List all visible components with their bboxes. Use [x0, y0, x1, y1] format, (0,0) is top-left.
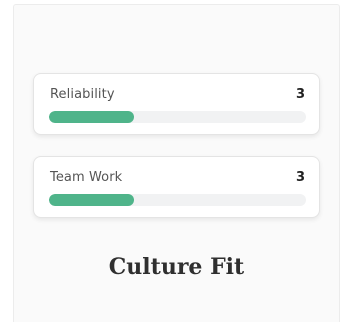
metric-label: Reliability: [50, 87, 115, 102]
metric-score: 3: [295, 87, 305, 102]
metric-label: Team Work: [50, 170, 123, 185]
progress-track: [49, 194, 306, 206]
progress-track: [49, 111, 306, 123]
section-title: Culture Fit: [108, 254, 245, 280]
metric-card-team-work: Team Work 3: [33, 156, 320, 218]
metric-score: 3: [295, 170, 305, 185]
progress-fill: [49, 111, 134, 123]
progress-fill: [49, 194, 134, 206]
metric-card-reliability: Reliability 3: [33, 73, 320, 135]
